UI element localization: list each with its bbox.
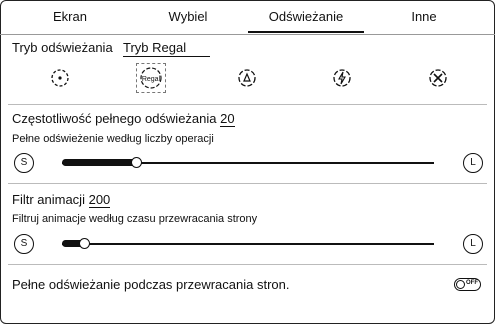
refresh-mode-value[interactable]: Tryb Regal bbox=[123, 40, 210, 57]
a2-mode-icon[interactable] bbox=[331, 67, 353, 89]
active-tab-indicator bbox=[248, 31, 364, 33]
divider bbox=[8, 264, 487, 265]
full-refresh-heading: Częstotliwość pełnego odświeżania 20 bbox=[12, 111, 235, 127]
animation-filter-heading: Filtr animacji 200 bbox=[12, 192, 111, 208]
normal-mode-icon[interactable] bbox=[49, 67, 71, 89]
page-turn-refresh-toggle[interactable]: OFF bbox=[454, 278, 481, 291]
page-turn-refresh-label: Pełne odświeżanie podczas przewracania s… bbox=[12, 277, 290, 292]
tab-bar: Ekran Wybiel Odświeżanie Inne bbox=[0, 0, 495, 35]
fast-mode-icon[interactable] bbox=[236, 67, 258, 89]
animation-filter-slider-thumb[interactable] bbox=[79, 238, 90, 249]
slider-min-button[interactable]: S bbox=[14, 153, 34, 173]
animation-filter-slider-track[interactable] bbox=[62, 243, 434, 245]
regal-mode-icon[interactable]: Regal bbox=[136, 63, 166, 93]
slider-min-button[interactable]: S bbox=[14, 234, 34, 254]
tab-inne[interactable]: Inne bbox=[374, 9, 474, 24]
full-refresh-slider-thumb[interactable] bbox=[131, 157, 142, 168]
animation-filter-description: Filtruj animacje według czasu przewracan… bbox=[12, 213, 258, 225]
tab-odswiezanie[interactable]: Odświeżanie bbox=[248, 9, 364, 24]
slider-max-button[interactable]: L bbox=[463, 234, 483, 254]
refresh-mode-label: Tryb odświeżania bbox=[12, 40, 113, 55]
divider bbox=[8, 183, 487, 184]
tab-ekran[interactable]: Ekran bbox=[20, 9, 120, 24]
regal-mode-label: Regal bbox=[142, 76, 161, 83]
full-refresh-label: Częstotliwość pełnego odświeżania bbox=[12, 111, 217, 126]
full-refresh-value[interactable]: 20 bbox=[220, 111, 235, 127]
toggle-knob bbox=[456, 280, 465, 289]
full-refresh-slider-fill bbox=[62, 159, 136, 166]
divider bbox=[8, 104, 487, 105]
toggle-state-text: OFF bbox=[466, 280, 478, 286]
animation-filter-label: Filtr animacji bbox=[12, 192, 85, 207]
tab-wybiel[interactable]: Wybiel bbox=[138, 9, 238, 24]
x-mode-icon[interactable] bbox=[427, 67, 449, 89]
animation-filter-value[interactable]: 200 bbox=[88, 192, 111, 208]
full-refresh-description: Pełne odświeżenie według liczby operacji bbox=[12, 133, 214, 145]
slider-max-button[interactable]: L bbox=[463, 153, 483, 173]
